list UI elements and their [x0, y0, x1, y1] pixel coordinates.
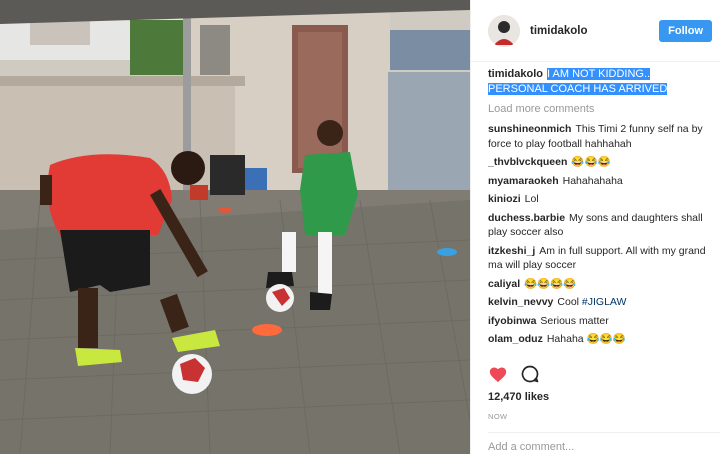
list-item: kiniozi Lol [488, 192, 712, 207]
post-actions [488, 364, 540, 387]
comment-username[interactable]: myamaraokeh [488, 175, 559, 187]
caption: timidakolo I AM NOT KIDDING.. PERSONAL CO… [488, 67, 712, 97]
comment-text: Hahaha 😂😂😂 [546, 333, 626, 345]
comment-text: Cool [557, 296, 582, 308]
like-count[interactable]: 12,470 likes [488, 391, 549, 403]
comment-username[interactable]: ifyobinwa [488, 315, 536, 327]
list-item: olam_oduz Hahaha 😂😂😂 [488, 332, 712, 347]
comment-list: timidakolo I AM NOT KIDDING.. PERSONAL CO… [488, 67, 712, 351]
comment-username[interactable]: caliyal [488, 278, 520, 290]
list-item: sunshineonmich This Timi 2 funny self na … [488, 122, 712, 151]
list-item: ifyobinwa Serious matter [488, 314, 712, 329]
avatar[interactable] [488, 14, 520, 47]
list-item: duchess.barbie My sons and daughters shal… [488, 211, 712, 240]
comment-text: Serious matter [540, 314, 609, 327]
comment-username[interactable]: itzkeshi_j [488, 245, 535, 257]
comment-text: 😂😂😂 [571, 156, 611, 168]
load-more-comments-link[interactable]: Load more comments [488, 102, 712, 116]
post-timestamp: NOW [488, 412, 508, 421]
heart-icon[interactable] [488, 365, 508, 386]
comment-username[interactable]: duchess.barbie [488, 212, 565, 224]
list-item: kelvin_nevvy Cool #JIGLAW [488, 295, 712, 310]
header-username[interactable]: timidakolo [530, 25, 659, 37]
caption-username[interactable]: timidakolo [488, 68, 543, 80]
list-item: caliyal 😂😂😂😂 [488, 277, 712, 292]
list-item: itzkeshi_j Am in full support. All with m… [488, 244, 712, 273]
post-sidebar: timidakolo Follow timidakolo I AM NOT KID… [470, 0, 720, 454]
post-header: timidakolo Follow [471, 0, 720, 62]
comment-username[interactable]: sunshineonmich [488, 123, 571, 135]
add-comment-input[interactable]: Add a comment... [488, 432, 720, 453]
comment-text: 😂😂😂😂 [524, 277, 577, 290]
photo-scene [0, 0, 470, 454]
comment-bubble-icon[interactable] [520, 364, 540, 387]
hashtag-link[interactable]: #JIGLAW [582, 296, 627, 308]
post-photo[interactable] [0, 0, 470, 454]
comment-username[interactable]: olam_oduz [488, 333, 543, 345]
comment-username[interactable]: kelvin_nevvy [488, 296, 553, 308]
follow-button[interactable]: Follow [659, 19, 712, 42]
comment-text: Hahahahaha [562, 174, 623, 187]
comment-text: Lol [524, 193, 539, 205]
list-item: _thvblvckqueen 😂😂😂 [488, 155, 712, 170]
comment-username[interactable]: kiniozi [488, 193, 521, 205]
list-item: myamaraokeh Hahahahaha [488, 174, 712, 189]
comment-username[interactable]: _thvblvckqueen [488, 156, 567, 168]
